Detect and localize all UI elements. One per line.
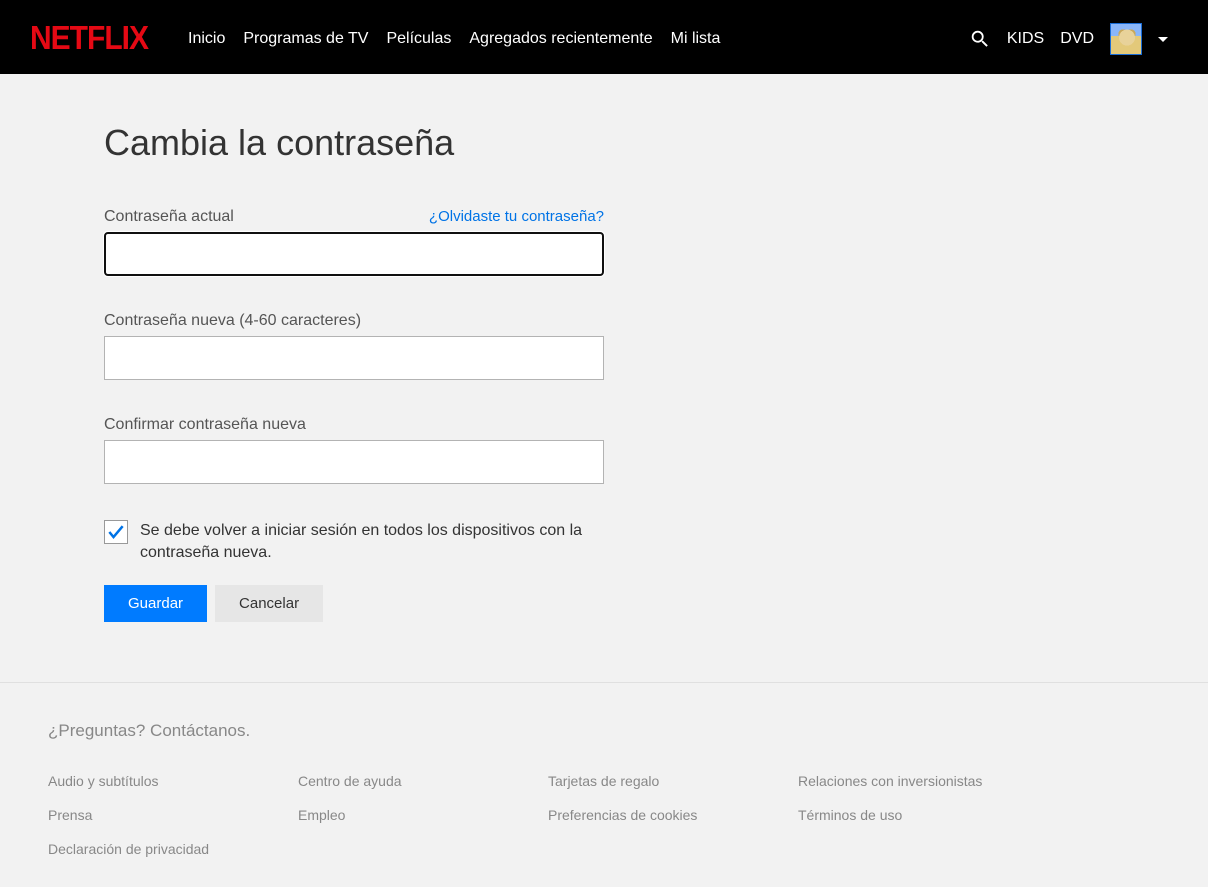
page-title: Cambia la contraseña: [104, 122, 1208, 164]
confirm-password-input[interactable]: [104, 440, 604, 484]
signout-checkbox-label: Se debe volver a iniciar sesión en todos…: [140, 520, 604, 563]
footer-links: Audio y subtítulos Centro de ayuda Tarje…: [48, 773, 1208, 857]
primary-nav: Inicio Programas de TV Películas Agregad…: [188, 30, 969, 48]
button-row: Guardar Cancelar: [104, 585, 1208, 622]
signout-checkbox-row: Se debe volver a iniciar sesión en todos…: [104, 520, 604, 563]
save-button[interactable]: Guardar: [104, 585, 207, 622]
cancel-button[interactable]: Cancelar: [215, 585, 323, 622]
profile-caret-icon[interactable]: [1158, 37, 1168, 42]
footer-link[interactable]: Declaración de privacidad: [48, 841, 298, 857]
footer-link[interactable]: Términos de uso: [798, 807, 1048, 823]
footer-link[interactable]: Prensa: [48, 807, 298, 823]
current-password-label: Contraseña actual: [104, 208, 234, 226]
nav-link-programas[interactable]: Programas de TV: [243, 30, 368, 48]
footer-contact-link[interactable]: ¿Preguntas? Contáctanos.: [48, 721, 1208, 741]
new-password-input[interactable]: [104, 336, 604, 380]
nav-link-peliculas[interactable]: Películas: [386, 30, 451, 48]
new-password-label: Contraseña nueva (4-60 caracteres): [104, 312, 361, 330]
header-right: KIDS DVD: [969, 23, 1168, 55]
nav-link-inicio[interactable]: Inicio: [188, 30, 225, 48]
footer-link[interactable]: Audio y subtítulos: [48, 773, 298, 789]
current-password-group: Contraseña actual ¿Olvidaste tu contrase…: [104, 208, 1208, 276]
footer-link[interactable]: Preferencias de cookies: [548, 807, 798, 823]
nav-link-agregados[interactable]: Agregados recientemente: [469, 30, 652, 48]
footer-link[interactable]: Relaciones con inversionistas: [798, 773, 1048, 789]
main-content: Cambia la contraseña Contraseña actual ¿…: [0, 74, 1208, 682]
header: NETFLIX Inicio Programas de TV Películas…: [0, 4, 1208, 74]
footer-link[interactable]: Empleo: [298, 807, 548, 823]
current-password-input[interactable]: [104, 232, 604, 276]
search-icon[interactable]: [969, 28, 991, 50]
kids-link[interactable]: KIDS: [1007, 30, 1044, 48]
confirm-password-group: Confirmar contraseña nueva: [104, 416, 1208, 484]
nav-link-milista[interactable]: Mi lista: [671, 30, 721, 48]
footer-link[interactable]: Tarjetas de regalo: [548, 773, 798, 789]
signout-all-checkbox[interactable]: [104, 520, 128, 544]
avatar[interactable]: [1110, 23, 1142, 55]
netflix-logo[interactable]: NETFLIX: [30, 20, 148, 57]
dvd-link[interactable]: DVD: [1060, 30, 1094, 48]
new-password-group: Contraseña nueva (4-60 caracteres): [104, 312, 1208, 380]
confirm-password-label: Confirmar contraseña nueva: [104, 416, 306, 434]
footer-link[interactable]: Centro de ayuda: [298, 773, 548, 789]
forgot-password-link[interactable]: ¿Olvidaste tu contraseña?: [429, 208, 604, 226]
footer: ¿Preguntas? Contáctanos. Audio y subtítu…: [0, 682, 1208, 887]
